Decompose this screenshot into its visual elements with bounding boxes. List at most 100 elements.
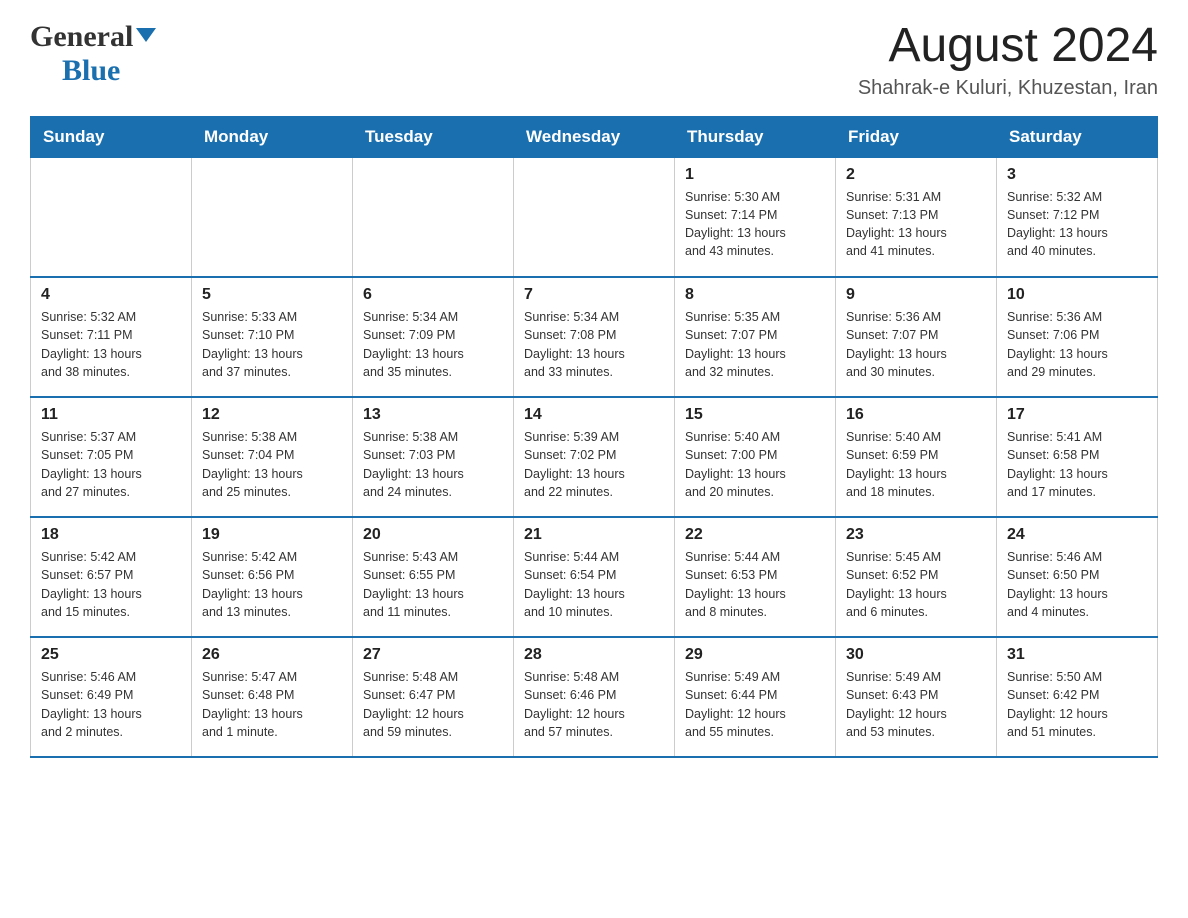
day-number: 15 <box>685 406 825 424</box>
day-number: 5 <box>202 286 342 304</box>
day-info: Sunrise: 5:30 AM Sunset: 7:14 PM Dayligh… <box>685 188 825 261</box>
day-info: Sunrise: 5:46 AM Sunset: 6:49 PM Dayligh… <box>41 668 181 741</box>
day-info: Sunrise: 5:32 AM Sunset: 7:12 PM Dayligh… <box>1007 188 1147 261</box>
title-block: August 2024 Shahrak-e Kuluri, Khuzestan,… <box>858 20 1158 100</box>
day-number: 18 <box>41 526 181 544</box>
calendar-day-cell: 15 Sunrise: 5:40 AM Sunset: 7:00 PM Dayli… <box>675 397 836 517</box>
calendar-day-cell: 16Sunrise: 5:40 AM Sunset: 6:59 PM Dayli… <box>836 397 997 517</box>
day-info: Sunrise: 5:34 AM Sunset: 7:09 PM Dayligh… <box>363 308 503 381</box>
calendar-day-cell: 3 Sunrise: 5:32 AM Sunset: 7:12 PM Daylig… <box>997 157 1158 277</box>
day-of-week-header: Friday <box>836 116 997 157</box>
calendar-day-cell: 6 Sunrise: 5:34 AM Sunset: 7:09 PM Daylig… <box>353 277 514 397</box>
day-info: Sunrise: 5:31 AM Sunset: 7:13 PM Dayligh… <box>846 188 986 261</box>
logo-arrow-icon <box>136 24 156 49</box>
day-number: 14 <box>524 406 664 424</box>
day-info: Sunrise: 5:36 AM Sunset: 7:06 PM Dayligh… <box>1007 308 1147 381</box>
day-info: Sunrise: 5:42 AM Sunset: 6:56 PM Dayligh… <box>202 548 342 621</box>
day-number: 4 <box>41 286 181 304</box>
day-info: Sunrise: 5:32 AM Sunset: 7:11 PM Dayligh… <box>41 308 181 381</box>
day-info: Sunrise: 5:42 AM Sunset: 6:57 PM Dayligh… <box>41 548 181 621</box>
calendar-day-cell <box>353 157 514 277</box>
day-number: 2 <box>846 166 986 184</box>
calendar-day-cell: 4 Sunrise: 5:32 AM Sunset: 7:11 PM Daylig… <box>31 277 192 397</box>
day-info: Sunrise: 5:38 AM Sunset: 7:04 PM Dayligh… <box>202 428 342 501</box>
day-info: Sunrise: 5:33 AM Sunset: 7:10 PM Dayligh… <box>202 308 342 381</box>
calendar-week-row: 1Sunrise: 5:30 AM Sunset: 7:14 PM Daylig… <box>31 157 1158 277</box>
day-number: 21 <box>524 526 664 544</box>
day-info: Sunrise: 5:47 AM Sunset: 6:48 PM Dayligh… <box>202 668 342 741</box>
calendar-table: SundayMondayTuesdayWednesdayThursdayFrid… <box>30 116 1158 759</box>
calendar-header-row: SundayMondayTuesdayWednesdayThursdayFrid… <box>31 116 1158 157</box>
calendar-day-cell: 12 Sunrise: 5:38 AM Sunset: 7:04 PM Dayli… <box>192 397 353 517</box>
day-number: 6 <box>363 286 503 304</box>
calendar-day-cell: 22Sunrise: 5:44 AM Sunset: 6:53 PM Dayli… <box>675 517 836 637</box>
calendar-week-row: 18 Sunrise: 5:42 AM Sunset: 6:57 PM Dayli… <box>31 517 1158 637</box>
calendar-day-cell: 10 Sunrise: 5:36 AM Sunset: 7:06 PM Dayli… <box>997 277 1158 397</box>
day-of-week-header: Wednesday <box>514 116 675 157</box>
day-number: 31 <box>1007 646 1147 664</box>
calendar-day-cell: 21 Sunrise: 5:44 AM Sunset: 6:54 PM Dayli… <box>514 517 675 637</box>
day-number: 12 <box>202 406 342 424</box>
day-info: Sunrise: 5:40 AM Sunset: 7:00 PM Dayligh… <box>685 428 825 501</box>
day-info: Sunrise: 5:40 AM Sunset: 6:59 PM Dayligh… <box>846 428 986 501</box>
calendar-day-cell <box>31 157 192 277</box>
logo-general-text: General <box>30 20 133 54</box>
calendar-day-cell: 29 Sunrise: 5:49 AM Sunset: 6:44 PM Dayli… <box>675 637 836 757</box>
calendar-day-cell: 9 Sunrise: 5:36 AM Sunset: 7:07 PM Daylig… <box>836 277 997 397</box>
day-number: 10 <box>1007 286 1147 304</box>
logo-blue-text: Blue <box>62 54 120 87</box>
calendar-day-cell: 23 Sunrise: 5:45 AM Sunset: 6:52 PM Dayli… <box>836 517 997 637</box>
calendar-day-cell: 18 Sunrise: 5:42 AM Sunset: 6:57 PM Dayli… <box>31 517 192 637</box>
day-number: 7 <box>524 286 664 304</box>
day-info: Sunrise: 5:48 AM Sunset: 6:47 PM Dayligh… <box>363 668 503 741</box>
calendar-week-row: 11Sunrise: 5:37 AM Sunset: 7:05 PM Dayli… <box>31 397 1158 517</box>
day-info: Sunrise: 5:44 AM Sunset: 6:53 PM Dayligh… <box>685 548 825 621</box>
day-number: 19 <box>202 526 342 544</box>
calendar-day-cell: 11Sunrise: 5:37 AM Sunset: 7:05 PM Dayli… <box>31 397 192 517</box>
calendar-day-cell: 2 Sunrise: 5:31 AM Sunset: 7:13 PM Daylig… <box>836 157 997 277</box>
calendar-day-cell: 7Sunrise: 5:34 AM Sunset: 7:08 PM Daylig… <box>514 277 675 397</box>
calendar-day-cell: 24Sunrise: 5:46 AM Sunset: 6:50 PM Dayli… <box>997 517 1158 637</box>
day-info: Sunrise: 5:50 AM Sunset: 6:42 PM Dayligh… <box>1007 668 1147 741</box>
day-info: Sunrise: 5:43 AM Sunset: 6:55 PM Dayligh… <box>363 548 503 621</box>
calendar-day-cell: 26Sunrise: 5:47 AM Sunset: 6:48 PM Dayli… <box>192 637 353 757</box>
day-number: 9 <box>846 286 986 304</box>
day-of-week-header: Sunday <box>31 116 192 157</box>
day-info: Sunrise: 5:37 AM Sunset: 7:05 PM Dayligh… <box>41 428 181 501</box>
calendar-day-cell: 13 Sunrise: 5:38 AM Sunset: 7:03 PM Dayli… <box>353 397 514 517</box>
calendar-day-cell: 30Sunrise: 5:49 AM Sunset: 6:43 PM Dayli… <box>836 637 997 757</box>
day-info: Sunrise: 5:49 AM Sunset: 6:44 PM Dayligh… <box>685 668 825 741</box>
day-number: 8 <box>685 286 825 304</box>
day-info: Sunrise: 5:48 AM Sunset: 6:46 PM Dayligh… <box>524 668 664 741</box>
day-info: Sunrise: 5:49 AM Sunset: 6:43 PM Dayligh… <box>846 668 986 741</box>
day-info: Sunrise: 5:38 AM Sunset: 7:03 PM Dayligh… <box>363 428 503 501</box>
day-number: 13 <box>363 406 503 424</box>
calendar-day-cell: 25Sunrise: 5:46 AM Sunset: 6:49 PM Dayli… <box>31 637 192 757</box>
day-info: Sunrise: 5:44 AM Sunset: 6:54 PM Dayligh… <box>524 548 664 621</box>
day-info: Sunrise: 5:36 AM Sunset: 7:07 PM Dayligh… <box>846 308 986 381</box>
day-number: 23 <box>846 526 986 544</box>
day-info: Sunrise: 5:35 AM Sunset: 7:07 PM Dayligh… <box>685 308 825 381</box>
day-info: Sunrise: 5:45 AM Sunset: 6:52 PM Dayligh… <box>846 548 986 621</box>
day-info: Sunrise: 5:39 AM Sunset: 7:02 PM Dayligh… <box>524 428 664 501</box>
calendar-day-cell: 31 Sunrise: 5:50 AM Sunset: 6:42 PM Dayli… <box>997 637 1158 757</box>
day-of-week-header: Tuesday <box>353 116 514 157</box>
day-of-week-header: Monday <box>192 116 353 157</box>
day-of-week-header: Saturday <box>997 116 1158 157</box>
calendar-day-cell: 17Sunrise: 5:41 AM Sunset: 6:58 PM Dayli… <box>997 397 1158 517</box>
day-of-week-header: Thursday <box>675 116 836 157</box>
month-title: August 2024 <box>858 20 1158 73</box>
calendar-week-row: 4 Sunrise: 5:32 AM Sunset: 7:11 PM Daylig… <box>31 277 1158 397</box>
page-header: General Blue August 2024 Shahrak-e Kulur… <box>30 20 1158 100</box>
day-number: 24 <box>1007 526 1147 544</box>
calendar-day-cell: 20Sunrise: 5:43 AM Sunset: 6:55 PM Dayli… <box>353 517 514 637</box>
logo: General Blue <box>30 20 156 88</box>
calendar-day-cell: 27Sunrise: 5:48 AM Sunset: 6:47 PM Dayli… <box>353 637 514 757</box>
day-number: 29 <box>685 646 825 664</box>
calendar-day-cell: 14 Sunrise: 5:39 AM Sunset: 7:02 PM Dayli… <box>514 397 675 517</box>
calendar-day-cell <box>192 157 353 277</box>
day-number: 28 <box>524 646 664 664</box>
day-number: 3 <box>1007 166 1147 184</box>
calendar-day-cell: 8 Sunrise: 5:35 AM Sunset: 7:07 PM Daylig… <box>675 277 836 397</box>
day-number: 17 <box>1007 406 1147 424</box>
